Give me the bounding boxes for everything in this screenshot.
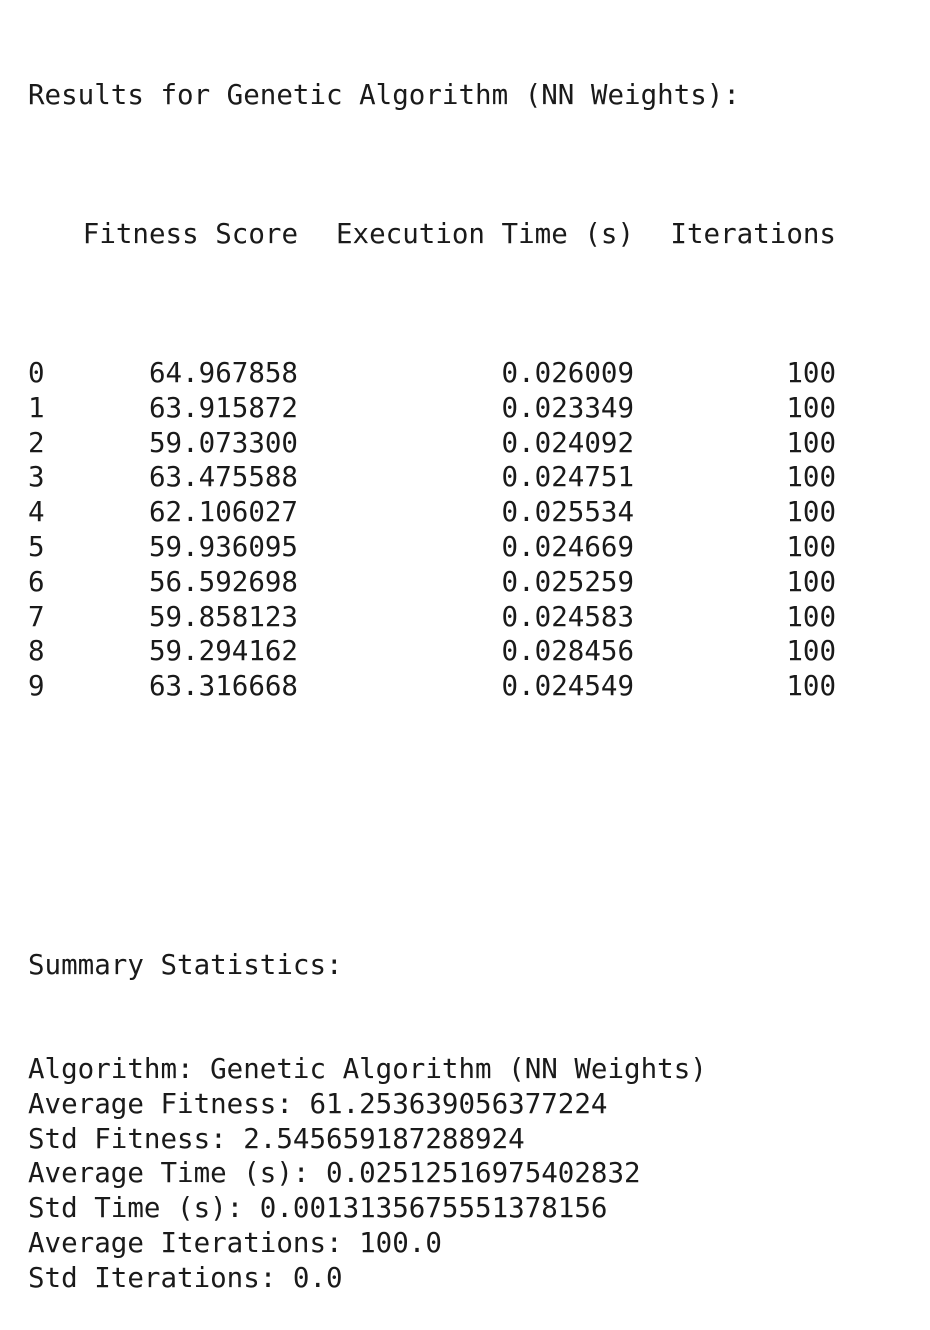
summary-line: Std Iterations: 0.0	[28, 1261, 343, 1294]
table-row: 3 63.475588 0.024751 100	[28, 460, 908, 495]
row-index: 0	[28, 356, 45, 389]
iterations-cell: 100	[786, 565, 836, 598]
fitness-score-cell: 62.106027	[148, 496, 298, 529]
execution-time-cell: 0.024583	[501, 600, 634, 633]
fitness-score-cell: 59.294162	[148, 635, 298, 668]
table-row: 7 59.858123 0.024583 100	[28, 600, 908, 635]
summary-line: Average Fitness: 61.253639056377224	[28, 1087, 608, 1120]
row-index: 4	[28, 496, 45, 529]
summary-line: Average Iterations: 100.0	[28, 1226, 442, 1259]
table-row: 4 62.106027 0.025534 100	[28, 495, 908, 530]
row-index: 3	[28, 461, 45, 494]
iterations-cell: 100	[786, 496, 836, 529]
fitness-score-cell: 64.967858	[148, 356, 298, 389]
summary-line: Algorithm: Genetic Algorithm (NN Weights…	[28, 1052, 707, 1085]
fitness-score-cell: 59.936095	[148, 530, 298, 563]
iterations-cell: 100	[786, 391, 836, 424]
table-row: 5 59.936095 0.024669 100	[28, 530, 908, 565]
table-row: 0 64.967858 0.026009 100	[28, 356, 908, 391]
row-index: 1	[28, 391, 45, 424]
summary-heading: Summary Statistics:	[28, 948, 343, 981]
results-title: Results for Genetic Algorithm (NN Weight…	[28, 78, 740, 111]
fitness-score-cell: 59.858123	[148, 600, 298, 633]
iterations-cell: 100	[786, 530, 836, 563]
table-row: 8 59.294162 0.028456 100	[28, 634, 908, 669]
execution-time-cell: 0.023349	[501, 391, 634, 424]
header-execution-time: Execution Time (s)	[335, 217, 634, 250]
iterations-cell: 100	[786, 461, 836, 494]
fitness-score-cell: 63.475588	[148, 461, 298, 494]
table-row: 1 63.915872 0.023349 100	[28, 391, 908, 426]
table-row: 9 63.316668 0.024549 100	[28, 669, 908, 704]
summary-line: Std Time (s): 0.0013135675551378156	[28, 1192, 608, 1225]
iterations-cell: 100	[786, 670, 836, 703]
row-index: 2	[28, 426, 45, 459]
fitness-score-cell: 63.316668	[148, 670, 298, 703]
iterations-cell: 100	[786, 356, 836, 389]
execution-time-cell: 0.024092	[501, 426, 634, 459]
fitness-score-cell: 59.073300	[148, 426, 298, 459]
header-fitness-score: Fitness Score	[82, 217, 298, 250]
execution-time-cell: 0.025259	[501, 565, 634, 598]
header-iterations: Iterations	[670, 217, 836, 250]
execution-time-cell: 0.024549	[501, 670, 634, 703]
summary-line: Average Time (s): 0.02512516975402832	[28, 1157, 641, 1190]
fitness-score-cell: 56.592698	[148, 565, 298, 598]
console-output: Results for Genetic Algorithm (NN Weight…	[28, 8, 908, 1330]
execution-time-cell: 0.028456	[501, 635, 634, 668]
execution-time-cell: 0.025534	[501, 496, 634, 529]
row-index: 5	[28, 530, 45, 563]
row-index: 9	[28, 670, 45, 703]
row-index: 8	[28, 635, 45, 668]
iterations-cell: 100	[786, 426, 836, 459]
iterations-cell: 100	[786, 600, 836, 633]
row-index: 7	[28, 600, 45, 633]
execution-time-cell: 0.026009	[501, 356, 634, 389]
table-row: 6 56.592698 0.025259 100	[28, 565, 908, 600]
table-row: 2 59.073300 0.024092 100	[28, 426, 908, 461]
row-index: 6	[28, 565, 45, 598]
summary-lines: Algorithm: Genetic Algorithm (NN Weights…	[28, 1052, 908, 1296]
execution-time-cell: 0.024751	[501, 461, 634, 494]
table-header-row: Fitness Score Execution Time (s) Iterati…	[28, 217, 908, 252]
fitness-score-cell: 63.915872	[148, 391, 298, 424]
execution-time-cell: 0.024669	[501, 530, 634, 563]
summary-line: Std Fitness: 2.545659187288924	[28, 1122, 525, 1155]
table-body: 0 64.967858 0.026009 100 1 63.915872 0.023349 1…	[28, 356, 908, 704]
iterations-cell: 100	[786, 635, 836, 668]
